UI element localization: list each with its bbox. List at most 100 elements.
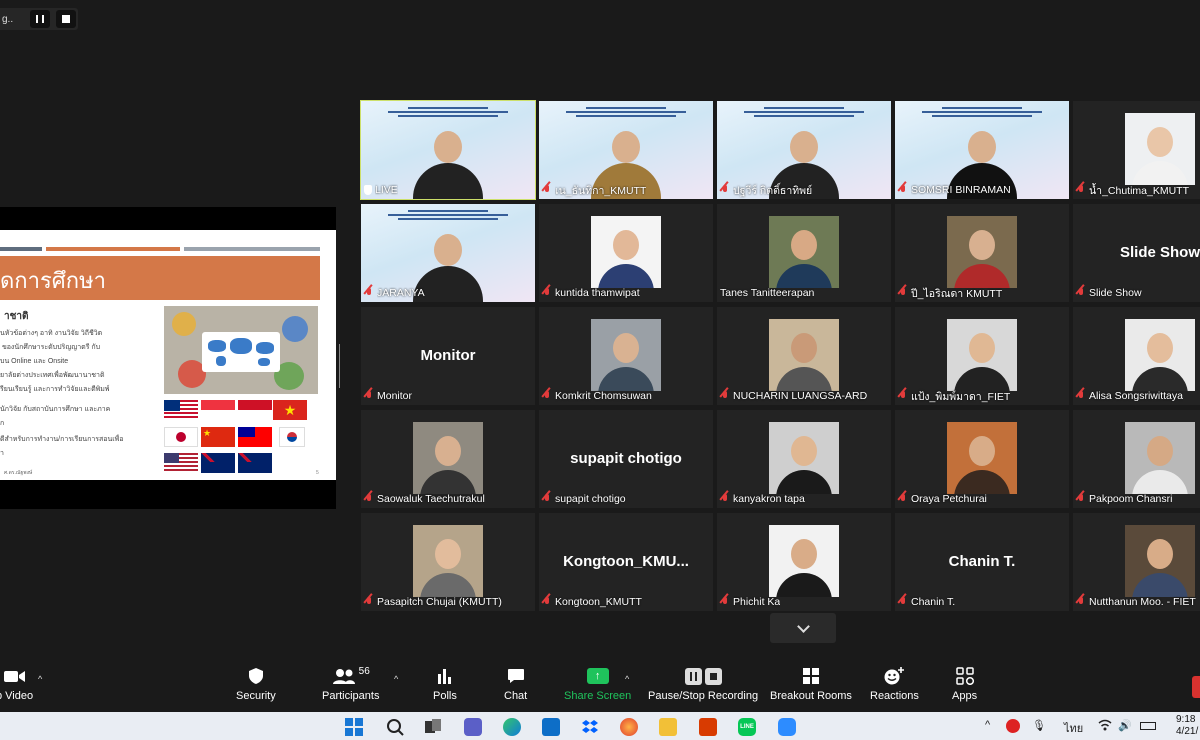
share-options-caret[interactable]: ^	[625, 674, 629, 684]
participant-tile[interactable]: kanyakron tapa	[717, 410, 891, 508]
breakout-rooms-label: Breakout Rooms	[770, 690, 852, 702]
participant-photo	[1125, 113, 1195, 185]
task-view-icon[interactable]	[424, 718, 442, 736]
tray-app-icon[interactable]	[1006, 719, 1020, 733]
video-options-caret[interactable]: ^	[38, 674, 42, 684]
file-explorer-icon[interactable]	[659, 718, 677, 736]
participant-photo	[591, 216, 661, 288]
share-screen-icon: ↑	[586, 668, 609, 684]
flag-malaysia-icon	[164, 400, 198, 420]
smiley-plus-icon	[883, 666, 905, 686]
slide-photo-world-map	[164, 306, 318, 394]
participant-nameplate: Phichit Ka	[720, 595, 780, 609]
office-icon[interactable]	[699, 718, 717, 736]
search-icon[interactable]	[386, 718, 404, 736]
participant-nameplate: supapit chotigo	[542, 492, 626, 506]
splitter-handle[interactable]	[339, 344, 342, 388]
participant-tile[interactable]: แป้ง_พิมพ์มาดา_FIET	[895, 307, 1069, 405]
participant-tile[interactable]: Tanes Tanitteerapan	[717, 204, 891, 302]
participant-tile[interactable]: ปฐวีร์ กิตติ์ธาทิพย์	[717, 101, 891, 199]
participant-tile[interactable]: Slide Show Slide Show	[1073, 204, 1200, 302]
apps-button[interactable]: Apps	[952, 666, 977, 702]
participant-tile[interactable]: Phichit Ka	[717, 513, 891, 611]
chat-button[interactable]: Chat	[504, 666, 527, 702]
participant-nameplate: Kongtoon_KMUTT	[542, 595, 642, 609]
firefox-icon[interactable]	[620, 718, 638, 736]
meeting-toolbar: p Video ^ Security 56 Participants ^ Pol…	[0, 660, 1200, 712]
participant-name: Alisa Songsriwittaya	[1089, 390, 1183, 402]
breakout-rooms-button[interactable]: Breakout Rooms	[770, 666, 852, 702]
wifi-icon[interactable]	[1098, 719, 1112, 734]
recording-indicator: g..	[0, 8, 78, 30]
taskbar-clock[interactable]: 9:18 4/21/	[1176, 714, 1198, 738]
next-page-button[interactable]	[770, 613, 836, 643]
participant-tile[interactable]: ปี_ไอริณดา KMUTT	[895, 204, 1069, 302]
flag-new-zealand-icon	[238, 453, 272, 473]
participant-tile[interactable]: Nutthanun Moo. - FIET	[1073, 513, 1200, 611]
slide-rule	[46, 247, 180, 251]
participant-tile[interactable]: kuntida thamwipat	[539, 204, 713, 302]
mic-muted-icon	[542, 493, 552, 505]
microphone-icon[interactable]: 🎙	[1032, 719, 1046, 732]
stop-recording-button[interactable]	[56, 10, 76, 28]
participant-tile[interactable]: น้ำ_Chutima_KMUTT	[1073, 101, 1200, 199]
participant-nameplate: Saowaluk Taechutrakul	[364, 492, 485, 506]
input-language[interactable]: ไทย	[1064, 719, 1083, 737]
edge-icon[interactable]	[503, 718, 521, 736]
participant-tile[interactable]: Pakpoom Chansri	[1073, 410, 1200, 508]
dropbox-icon[interactable]	[581, 718, 599, 736]
participant-tile[interactable]: NUCHARIN LUANGSA-ARD	[717, 307, 891, 405]
windows-start-icon[interactable]	[345, 718, 363, 736]
reactions-button[interactable]: Reactions	[870, 666, 919, 702]
participant-tile[interactable]: Komkrit Chomsuwan	[539, 307, 713, 405]
participant-name: LIVE	[375, 184, 398, 196]
participant-tile[interactable]: เน_ธันทิกา_KMUTT	[539, 101, 713, 199]
slide-bullet: ั ของนักศึกษาระดับปริญญาตรี กับ	[0, 344, 101, 351]
participant-tile[interactable]: JARANYA	[361, 204, 535, 302]
participant-tile[interactable]: Kongtoon_KMU... Kongtoon_KMUTT	[539, 513, 713, 611]
battery-icon[interactable]	[1140, 722, 1156, 730]
teams-icon[interactable]	[464, 718, 482, 736]
participant-tile[interactable]: Alisa Songsriwittaya	[1073, 307, 1200, 405]
slide-rule	[184, 247, 320, 251]
mic-muted-icon	[1076, 493, 1086, 505]
tray-overflow-icon[interactable]: ^	[985, 719, 990, 731]
participant-tile[interactable]: SOMSRI BINRAMAN	[895, 101, 1069, 199]
participant-name: เน_ธันทิกา_KMUTT	[555, 184, 647, 197]
participant-name: Pasapitch Chujai (KMUTT)	[377, 596, 502, 608]
participant-nameplate: JARANYA	[364, 286, 425, 300]
pause-recording-button[interactable]	[30, 10, 50, 28]
stop-video-label: p Video	[0, 690, 34, 702]
pause-stop-recording-button[interactable]: Pause/Stop Recording	[648, 666, 758, 702]
security-button[interactable]: Security	[236, 666, 276, 702]
mic-muted-icon	[898, 596, 908, 608]
spotlight-pin-icon	[364, 185, 372, 195]
stop-video-button[interactable]: p Video	[0, 666, 33, 702]
share-screen-button[interactable]: ↑ Share Screen	[564, 666, 631, 702]
mic-muted-icon	[720, 184, 730, 196]
polls-button[interactable]: Polls	[433, 666, 457, 702]
line-app-icon[interactable]: LINE	[738, 718, 756, 736]
participant-tile[interactable]: Oraya Petchurai	[895, 410, 1069, 508]
participants-button[interactable]: 56 Participants	[322, 666, 379, 702]
shared-screen[interactable]: ัดการศึกษา าชาติ นหัวข้อต่างๆ อาทิ งานวิ…	[0, 207, 336, 509]
participant-tile[interactable]: Chanin T. Chanin T.	[895, 513, 1069, 611]
clock-time: 9:18	[1176, 714, 1196, 725]
participants-options-caret[interactable]: ^	[394, 674, 398, 684]
end-meeting-button[interactable]	[1192, 676, 1200, 698]
mail-icon[interactable]	[542, 718, 560, 736]
flag-korea-icon	[279, 427, 305, 447]
mic-muted-icon	[364, 493, 374, 505]
participant-photo	[1125, 319, 1195, 391]
slide-subheading: าชาติ	[4, 311, 29, 322]
mic-muted-icon	[542, 184, 552, 196]
speaker-icon[interactable]: 🔊	[1118, 719, 1132, 732]
slide-bullet: า	[0, 450, 4, 457]
participant-tile[interactable]: Monitor Monitor	[361, 307, 535, 405]
zoom-app-icon[interactable]	[778, 718, 796, 736]
chat-bubble-icon	[507, 666, 525, 686]
participant-tile[interactable]: LIVE	[360, 100, 536, 200]
participant-tile[interactable]: Pasapitch Chujai (KMUTT)	[361, 513, 535, 611]
participant-tile[interactable]: supapit chotigo supapit chotigo	[539, 410, 713, 508]
participant-tile[interactable]: Saowaluk Taechutrakul	[361, 410, 535, 508]
